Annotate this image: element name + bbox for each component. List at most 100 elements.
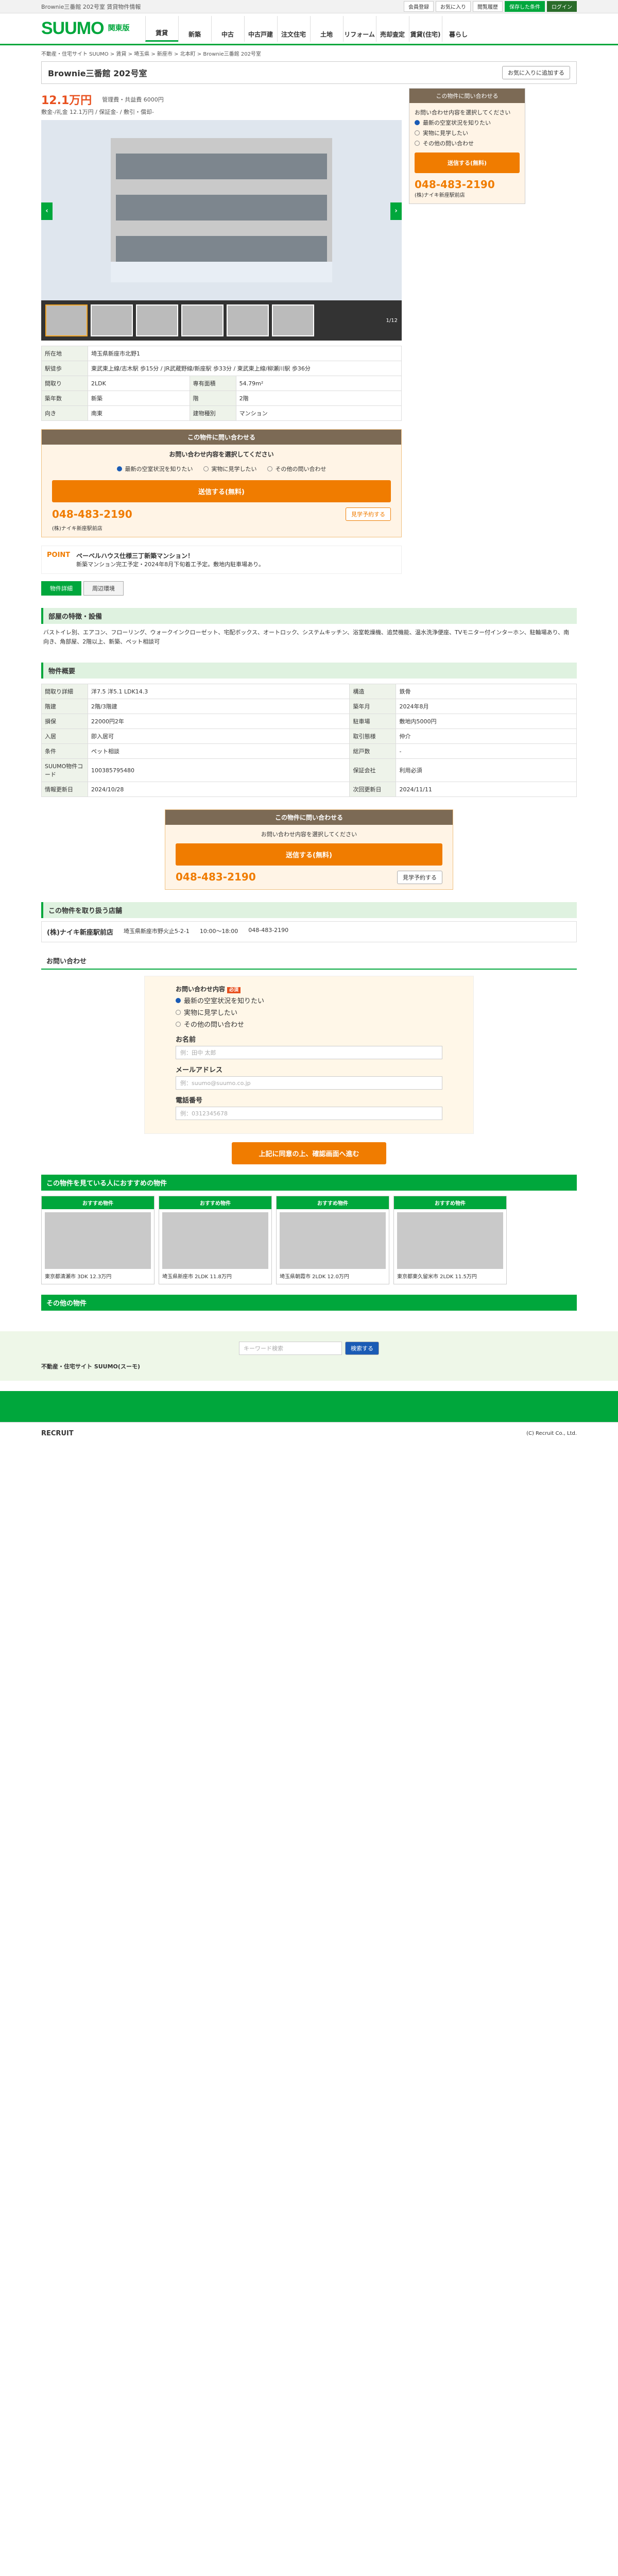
name-label: お名前 bbox=[176, 1036, 196, 1044]
breadcrumb[interactable]: 不動産・住宅サイト SUUMO > 賃貸 > 埼玉県 > 新座市 > 北本町 >… bbox=[0, 45, 618, 61]
email-label: メールアドレス bbox=[176, 1066, 223, 1075]
others-heading: その他の物件 bbox=[41, 1295, 577, 1311]
management-fee: 管理費・共益費 6000円 bbox=[102, 96, 164, 103]
features-heading: 部屋の特徴・設備 bbox=[41, 608, 577, 624]
spec-value: 南東 bbox=[88, 405, 190, 421]
saved-search-link[interactable]: 保存した条件 bbox=[505, 1, 545, 12]
nav-used-house[interactable]: 中古戸建 bbox=[244, 15, 277, 42]
ov-value: 2024/11/11 bbox=[396, 782, 577, 798]
thumbnail[interactable] bbox=[91, 304, 133, 336]
recommend-card[interactable]: おすすめ物件 東京都清瀬市 3DK 12.3万円 bbox=[41, 1196, 154, 1285]
spec-label: 築年数 bbox=[41, 391, 88, 406]
form-option-other[interactable]: その他の問い合わせ bbox=[176, 1019, 442, 1029]
option-vacancy[interactable]: 最新の空室状況を知りたい bbox=[116, 465, 193, 473]
recommend-card[interactable]: おすすめ物件 埼玉県新座市 2LDK 11.8万円 bbox=[159, 1196, 272, 1285]
nav-sell[interactable]: 売却査定 bbox=[375, 15, 409, 42]
name-field[interactable]: 例：田中 太郎 bbox=[176, 1046, 442, 1060]
phone-number-2[interactable]: 048-483-2190 bbox=[176, 871, 256, 884]
prev-photo-arrow[interactable]: ‹ bbox=[41, 202, 53, 220]
nav-rent[interactable]: 賃貸 bbox=[145, 15, 178, 42]
side-option-vacancy[interactable]: 最新の空室状況を知りたい bbox=[415, 118, 520, 127]
send-inquiry-button-2[interactable]: 送信する(無料) bbox=[176, 843, 442, 866]
inquiry-form: お問い合わせ内容 必須 最新の空室状況を知りたい 実物に見学したい その他の問い合… bbox=[144, 976, 474, 1134]
shop-tel[interactable]: 048-483-2190 bbox=[248, 927, 288, 937]
side-inquiry: この物件に問い合わせる お問い合わせ内容を選択してください 最新の空室状況を知り… bbox=[409, 88, 525, 204]
footer-search-input[interactable]: キーワード検索 bbox=[239, 1342, 342, 1355]
spec-label: 駅徒歩 bbox=[41, 361, 88, 376]
point-label: POINT bbox=[47, 551, 71, 559]
option-other[interactable]: その他の問い合わせ bbox=[267, 465, 327, 473]
ov-label: 総戸数 bbox=[349, 743, 397, 759]
form-option-visit[interactable]: 実物に見学したい bbox=[176, 1007, 442, 1017]
nav-used[interactable]: 中古 bbox=[211, 15, 244, 42]
sidebar: この物件に問い合わせる お問い合わせ内容を選択してください 最新の空室状況を知り… bbox=[409, 88, 525, 574]
email-field[interactable]: 例：suumo@suumo.co.jp bbox=[176, 1076, 442, 1090]
phone-field[interactable]: 例：0312345678 bbox=[176, 1107, 442, 1121]
ov-value: 鉄骨 bbox=[396, 684, 577, 700]
nav-reform[interactable]: リフォーム bbox=[342, 15, 376, 42]
form-option-vacancy[interactable]: 最新の空室状況を知りたい bbox=[176, 995, 442, 1005]
side-send-button[interactable]: 送信する(無料) bbox=[415, 152, 520, 173]
detail-tabs: 物件詳細 周辺環境 bbox=[41, 581, 577, 596]
region-label: 関東版 bbox=[108, 24, 130, 32]
photo-gallery[interactable]: ‹ › bbox=[41, 120, 402, 300]
point-desc: 新築マンション完工予定・2024年8月下旬着工予定。敷地内駐車場あり。 bbox=[76, 561, 264, 568]
side-phone[interactable]: 048-483-2190 bbox=[415, 178, 520, 191]
confirm-button[interactable]: 上記に同意の上、確認画面へ進む bbox=[232, 1142, 386, 1165]
spec-value: 2階 bbox=[235, 391, 402, 406]
ov-label: 取引態様 bbox=[349, 728, 397, 744]
add-favorite-button[interactable]: お気に入りに追加する bbox=[502, 66, 570, 79]
option-visit[interactable]: 実物に見学したい bbox=[203, 465, 257, 473]
shop-box: (株)ナイキ新座駅前店 埼玉県新座市野火止5-2-1 10:00〜18:00 0… bbox=[41, 921, 577, 943]
thumbnail[interactable] bbox=[272, 304, 314, 336]
nav-custom[interactable]: 注文住宅 bbox=[277, 15, 310, 42]
nav-rent-house[interactable]: 賃貸(住宅) bbox=[408, 15, 442, 42]
next-photo-arrow[interactable]: › bbox=[390, 202, 402, 220]
spec-label: 建物種別 bbox=[189, 405, 236, 421]
footer-search-button[interactable]: 検索する bbox=[345, 1342, 379, 1355]
copyright: (C) Recruit Co., Ltd. bbox=[526, 1431, 577, 1437]
tab-surrounding[interactable]: 周辺環境 bbox=[83, 581, 124, 596]
visit-reserve-button[interactable]: 見学予約する bbox=[346, 507, 391, 521]
inquiry-header: この物件に問い合わせる bbox=[42, 430, 401, 445]
suumo-logo[interactable]: SUUMO bbox=[41, 19, 105, 39]
footer-green-band bbox=[0, 1391, 618, 1422]
ov-label: SUUMO物件コード bbox=[41, 758, 88, 783]
favorites-link[interactable]: お気に入り bbox=[436, 1, 471, 12]
nav-new[interactable]: 新築 bbox=[178, 15, 211, 42]
form-q-label: お問い合わせ内容 必須 bbox=[176, 985, 442, 994]
nav-life[interactable]: 暮らし bbox=[441, 15, 475, 42]
thumbnail[interactable] bbox=[45, 304, 88, 336]
nav-land[interactable]: 土地 bbox=[310, 15, 343, 42]
spec-value: 埼玉県新座市北野1 bbox=[88, 346, 402, 361]
inquiry-box: この物件に問い合わせる お問い合わせ内容を選択してください 最新の空室状況を知り… bbox=[41, 429, 402, 537]
ov-label: 条件 bbox=[41, 743, 88, 759]
ov-value: 2024年8月 bbox=[396, 699, 577, 715]
side-option-visit[interactable]: 実物に見学したい bbox=[415, 129, 520, 137]
thumbnail[interactable] bbox=[136, 304, 178, 336]
ov-label: 築年月 bbox=[349, 699, 397, 715]
ov-value: 敷地内5000円 bbox=[396, 714, 577, 730]
building-photo bbox=[111, 138, 332, 282]
login-button[interactable]: ログイン bbox=[547, 1, 577, 12]
photo-counter: 1/12 bbox=[386, 317, 398, 324]
phone-number[interactable]: 048-483-2190 bbox=[52, 508, 132, 520]
shop-title[interactable]: (株)ナイキ新座駅前店 bbox=[47, 927, 113, 937]
recommend-card[interactable]: おすすめ物件 東京都東久留米市 2LDK 11.5万円 bbox=[393, 1196, 507, 1285]
register-link[interactable]: 会員登録 bbox=[404, 1, 434, 12]
history-link[interactable]: 閲覧履歴 bbox=[473, 1, 503, 12]
top-strip: Brownie三番館 202号室 賃貸物件情報 会員登録 お気に入り 閲覧履歴 … bbox=[0, 0, 618, 13]
recommend-card[interactable]: おすすめ物件 埼玉県朝霞市 2LDK 12.0万円 bbox=[276, 1196, 389, 1285]
inquiry-header-2: この物件に問い合わせる bbox=[165, 810, 453, 825]
thumbnail[interactable] bbox=[181, 304, 224, 336]
spec-value: 東武東上線/志木駅 歩15分 / JR武蔵野線/新座駅 歩33分 / 東武東上線… bbox=[88, 361, 402, 376]
spec-value: 新築 bbox=[88, 391, 190, 406]
visit-reserve-button-2[interactable]: 見学予約する bbox=[397, 871, 442, 885]
send-inquiry-button[interactable]: 送信する(無料) bbox=[52, 480, 391, 502]
point-box: POINT ペーベルハウス仕様三丁新築マンション！ 新築マンション完工予定・20… bbox=[41, 546, 402, 574]
title-bar: Brownie三番館 202号室 お気に入りに追加する bbox=[41, 61, 577, 84]
ov-label: 間取り詳細 bbox=[41, 684, 88, 700]
tab-detail[interactable]: 物件詳細 bbox=[41, 581, 81, 596]
side-option-other[interactable]: その他の問い合わせ bbox=[415, 139, 520, 147]
thumbnail[interactable] bbox=[227, 304, 269, 336]
